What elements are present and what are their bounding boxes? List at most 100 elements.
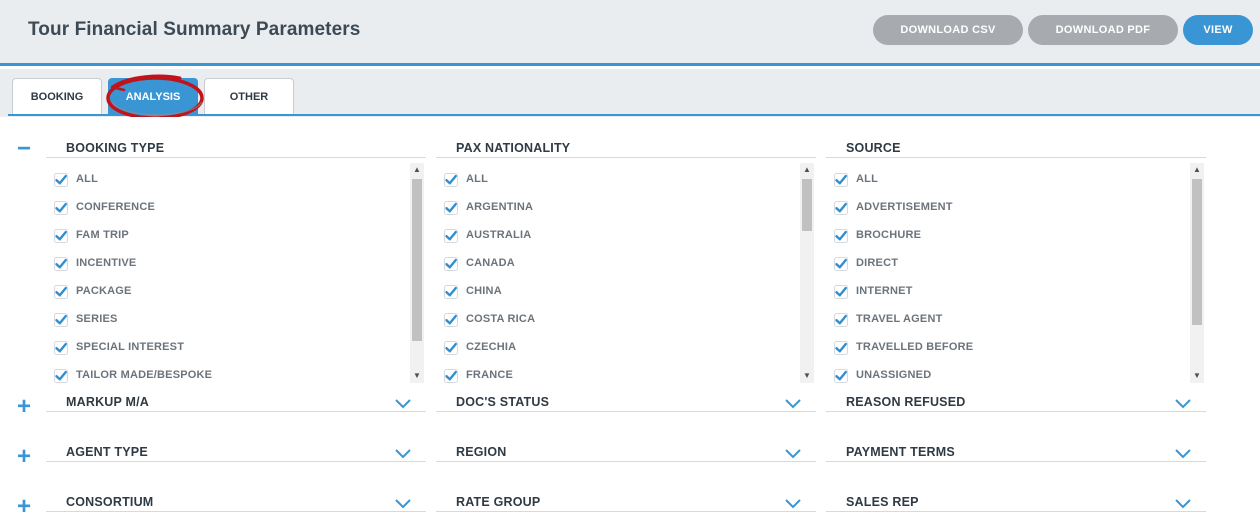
checkbox-checked-icon[interactable] [834, 257, 848, 271]
markup-ma-title[interactable]: MARKUP M/A [66, 395, 149, 409]
view-button[interactable]: VIEW [1183, 15, 1253, 45]
list-item[interactable]: INCENTIVE [46, 253, 406, 273]
chevron-down-icon[interactable] [1175, 399, 1191, 409]
list-item[interactable]: TRAVELLED BEFORE [826, 337, 1186, 357]
source-scrollbar[interactable]: ▲ ▼ [1190, 163, 1204, 383]
source-list: ALL ADVERTISEMENT BROCHURE DIRECT INTERN… [826, 163, 1208, 383]
list-item[interactable]: BROCHURE [826, 225, 1186, 245]
pax-nationality-scrollbar[interactable]: ▲ ▼ [800, 163, 814, 383]
scroll-down-icon[interactable]: ▼ [410, 369, 424, 383]
list-item[interactable]: COSTA RICA [436, 309, 796, 329]
payment-terms-underline [826, 461, 1206, 462]
tab-analysis[interactable]: ANALYSIS [108, 78, 198, 115]
docs-status-title[interactable]: DOC'S STATUS [456, 395, 549, 409]
chevron-down-icon[interactable] [395, 399, 411, 409]
booking-type-scrollbar[interactable]: ▲ ▼ [410, 163, 424, 383]
booking-type-list: ALL CONFERENCE FAM TRIP INCENTIVE PACKAG… [46, 163, 428, 383]
chevron-down-icon[interactable] [785, 499, 801, 509]
chevron-down-icon[interactable] [395, 499, 411, 509]
consortium-title[interactable]: CONSORTIUM [66, 495, 153, 509]
list-item[interactable]: ALL [826, 169, 1186, 189]
list-item[interactable]: PACKAGE [46, 281, 406, 301]
checkbox-checked-icon[interactable] [444, 369, 458, 383]
region-title[interactable]: REGION [456, 445, 507, 459]
checkbox-checked-icon[interactable] [54, 285, 68, 299]
region-underline [436, 461, 816, 462]
checkbox-checked-icon[interactable] [54, 341, 68, 355]
checkbox-checked-icon[interactable] [444, 173, 458, 187]
scrollbar-thumb[interactable] [802, 179, 812, 231]
list-item[interactable]: TAILOR MADE/BESPOKE [46, 365, 406, 383]
tab-divider [8, 114, 1260, 116]
sales-rep-title[interactable]: SALES REP [846, 495, 919, 509]
checkbox-checked-icon[interactable] [444, 313, 458, 327]
scroll-down-icon[interactable]: ▼ [1190, 369, 1204, 383]
checkbox-checked-icon[interactable] [444, 341, 458, 355]
list-item[interactable]: CZECHIA [436, 337, 796, 357]
expand-toggle-row-2[interactable]: + [14, 395, 34, 419]
expand-toggle-row-3[interactable]: + [14, 445, 34, 469]
tab-other[interactable]: OTHER [204, 78, 294, 115]
sales-rep-underline [826, 511, 1206, 512]
checkbox-checked-icon[interactable] [834, 229, 848, 243]
checkbox-checked-icon[interactable] [444, 285, 458, 299]
list-item[interactable]: FRANCE [436, 365, 796, 383]
checkbox-checked-icon[interactable] [444, 257, 458, 271]
checkbox-checked-icon[interactable] [834, 285, 848, 299]
list-item[interactable]: FAM TRIP [46, 225, 406, 245]
list-item[interactable]: ALL [436, 169, 796, 189]
chevron-down-icon[interactable] [1175, 449, 1191, 459]
checkbox-checked-icon[interactable] [834, 313, 848, 327]
chevron-down-icon[interactable] [785, 399, 801, 409]
scroll-up-icon[interactable]: ▲ [410, 163, 424, 177]
list-item[interactable]: ADVERTISEMENT [826, 197, 1186, 217]
consortium-underline [46, 511, 426, 512]
list-item[interactable]: INTERNET [826, 281, 1186, 301]
agent-type-underline [46, 461, 426, 462]
checkbox-checked-icon[interactable] [54, 369, 68, 383]
list-item[interactable]: SPECIAL INTEREST [46, 337, 406, 357]
list-item[interactable]: ARGENTINA [436, 197, 796, 217]
checkbox-checked-icon[interactable] [834, 369, 848, 383]
scroll-up-icon[interactable]: ▲ [1190, 163, 1204, 177]
expand-toggle-row-4[interactable]: + [14, 495, 34, 519]
scrollbar-thumb[interactable] [412, 179, 422, 341]
download-pdf-button[interactable]: DOWNLOAD PDF [1028, 15, 1178, 45]
checkbox-checked-icon[interactable] [54, 201, 68, 215]
checkbox-checked-icon[interactable] [54, 313, 68, 327]
list-item[interactable]: DIRECT [826, 253, 1186, 273]
list-item[interactable]: ALL [46, 169, 406, 189]
docs-status-underline [436, 411, 816, 412]
list-item[interactable]: AUSTRALIA [436, 225, 796, 245]
checkbox-checked-icon[interactable] [54, 229, 68, 243]
checkbox-checked-icon[interactable] [834, 173, 848, 187]
list-item[interactable]: UNASSIGNED [826, 365, 1186, 383]
reason-refused-title[interactable]: REASON REFUSED [846, 395, 965, 409]
collapse-toggle-row-1[interactable]: − [14, 137, 34, 161]
source-underline [826, 157, 1206, 158]
checkbox-checked-icon[interactable] [444, 229, 458, 243]
checkbox-checked-icon[interactable] [54, 173, 68, 187]
scroll-down-icon[interactable]: ▼ [800, 369, 814, 383]
checkbox-checked-icon[interactable] [54, 257, 68, 271]
agent-type-title[interactable]: AGENT TYPE [66, 445, 148, 459]
scrollbar-thumb[interactable] [1192, 179, 1202, 325]
list-item[interactable]: CHINA [436, 281, 796, 301]
checkbox-checked-icon[interactable] [834, 341, 848, 355]
chevron-down-icon[interactable] [395, 449, 411, 459]
list-item[interactable]: SERIES [46, 309, 406, 329]
rate-group-underline [436, 511, 816, 512]
checkbox-checked-icon[interactable] [444, 201, 458, 215]
rate-group-title[interactable]: RATE GROUP [456, 495, 540, 509]
chevron-down-icon[interactable] [1175, 499, 1191, 509]
tab-booking[interactable]: BOOKING [12, 78, 102, 115]
list-item[interactable]: CANADA [436, 253, 796, 273]
list-item[interactable]: CONFERENCE [46, 197, 406, 217]
payment-terms-title[interactable]: PAYMENT TERMS [846, 445, 955, 459]
checkbox-checked-icon[interactable] [834, 201, 848, 215]
list-item[interactable]: TRAVEL AGENT [826, 309, 1186, 329]
pax-nationality-title: PAX NATIONALITY [456, 141, 571, 155]
download-csv-button[interactable]: DOWNLOAD CSV [873, 15, 1023, 45]
chevron-down-icon[interactable] [785, 449, 801, 459]
scroll-up-icon[interactable]: ▲ [800, 163, 814, 177]
